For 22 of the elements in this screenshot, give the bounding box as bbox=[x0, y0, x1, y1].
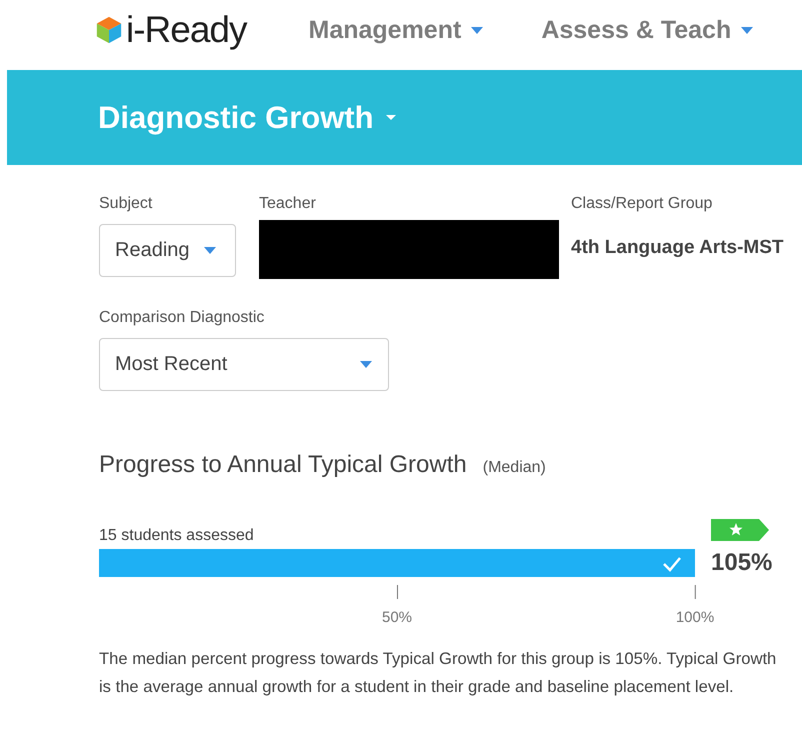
progress-value: 105% bbox=[711, 549, 772, 577]
tick-line bbox=[694, 585, 696, 599]
field-label: Teacher bbox=[259, 195, 317, 213]
field-label: Class/Report Group bbox=[571, 195, 714, 213]
class-group-value: 4th Language Arts-MST bbox=[571, 237, 784, 259]
tick-line bbox=[396, 585, 398, 599]
section-qualifier: (Median) bbox=[482, 459, 546, 477]
tick-label: 100% bbox=[676, 609, 714, 626]
field-label: Comparison Diagnostic bbox=[99, 309, 266, 327]
comparison-dropdown[interactable]: Most Recent bbox=[99, 338, 389, 391]
subject-dropdown[interactable]: Reading bbox=[99, 224, 236, 277]
cube-logo-icon bbox=[95, 15, 123, 45]
logo-text: i-Ready bbox=[126, 9, 246, 51]
field-label: Subject bbox=[99, 195, 154, 213]
nav-menu[interactable]: Management bbox=[308, 16, 484, 44]
students-count: 15 students assessed bbox=[99, 527, 254, 545]
tick-label: 50% bbox=[382, 609, 412, 626]
nav-menu[interactable]: Assess & Teach bbox=[541, 16, 754, 44]
report-title-dropdown[interactable]: Diagnostic Growth bbox=[98, 100, 396, 136]
description-text: The median percent progress towards Typical Growth for this group is 105%. Typical Growth is the average annual growth for a student in their grade and baseline placement level. bbox=[99, 648, 778, 698]
check-icon bbox=[662, 556, 682, 572]
section-title: Progress to Annual Typical Growth bbox=[99, 451, 467, 479]
